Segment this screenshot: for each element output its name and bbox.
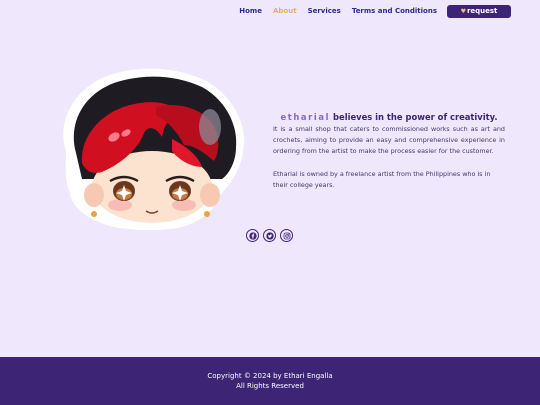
heart-icon: ♥ [460, 7, 466, 15]
left-earring [91, 211, 97, 217]
request-label: request [466, 7, 498, 15]
twitter-icon[interactable] [263, 229, 276, 242]
request-button[interactable]: ♥ request [447, 4, 511, 18]
social-links [246, 229, 297, 242]
instagram-icon[interactable] [280, 229, 293, 242]
nav-terms[interactable]: Terms and Conditions [352, 7, 437, 15]
mascot-illustration [63, 68, 245, 230]
facebook-icon[interactable] [246, 229, 259, 242]
left-ear [84, 183, 104, 207]
right-earring [204, 211, 210, 217]
headline-text: believes in the power of creativity. [330, 112, 498, 122]
nav-about[interactable]: About [273, 7, 297, 15]
about-headline: etharial believes in the power of creati… [273, 112, 505, 122]
about-paragraph-1: It is a small shop that caters to commis… [273, 125, 505, 156]
nav-services[interactable]: Services [308, 7, 341, 15]
copyright-text: Copyright © 2024 by Ethari Engalla [207, 372, 333, 380]
nav-home[interactable]: Home [239, 7, 262, 15]
footer: Copyright © 2024 by Ethari Engalla All R… [0, 357, 540, 405]
about-section: etharial believes in the power of creati… [273, 112, 505, 191]
hair-shine [199, 109, 221, 145]
about-paragraph-2: Etharial is owned by a freelance artist … [273, 169, 491, 189]
brand-name: etharial [280, 112, 331, 122]
right-ear [200, 183, 220, 207]
main-nav: Home About Services Terms and Conditions… [228, 4, 511, 18]
rights-text: All Rights Reserved [236, 382, 304, 390]
